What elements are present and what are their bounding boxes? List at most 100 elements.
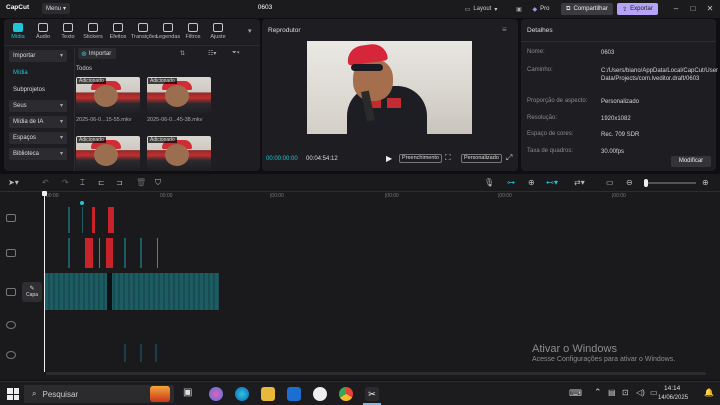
toolbar-effects[interactable]: Efeitos [106, 23, 130, 40]
timeline-clip[interactable] [108, 207, 114, 233]
sidebar-item[interactable]: Mídia [9, 67, 67, 79]
timeline-clip[interactable] [68, 238, 70, 268]
media-thumbnail[interactable]: Adicionado [76, 136, 140, 171]
notification-icon[interactable]: 🔔 [704, 388, 714, 397]
audio-clip[interactable] [124, 344, 126, 362]
windows-start-icon[interactable] [7, 388, 19, 400]
keyboard-icon[interactable]: ⌨ [569, 388, 582, 399]
sidebar-item[interactable]: Subprojetos [9, 84, 67, 96]
snap-icon[interactable]: ⊷▾ [546, 178, 558, 187]
timeline-clip[interactable] [92, 207, 95, 233]
preview-axis-icon[interactable]: ⇄▾ [574, 178, 585, 187]
cover-button[interactable]: ✎ Capa [22, 282, 42, 302]
play-icon[interactable]: ▶ [386, 154, 392, 163]
expand-icon[interactable]: ⤢ [506, 153, 512, 163]
network-icon[interactable]: ⊡ [622, 388, 629, 397]
sidebar-item[interactable]: Espaços ▾ [9, 132, 67, 144]
keyframe-marker[interactable] [80, 201, 84, 205]
track-lock-icon[interactable] [6, 214, 16, 222]
toolbar-text[interactable]: Texto [56, 23, 80, 40]
outlook-icon[interactable] [287, 387, 301, 401]
pro-badge[interactable]: ◆ Pro [530, 3, 552, 15]
split-icon[interactable]: ⌶ [80, 178, 85, 188]
media-thumbnail[interactable]: Adicionado [76, 77, 140, 115]
timeline-clip[interactable] [82, 207, 83, 233]
toolbar-audio[interactable]: Áudio [31, 23, 55, 40]
close-icon[interactable]: ✕ [704, 3, 716, 15]
mic-icon[interactable]: 🎙 [484, 178, 494, 187]
app-circle-icon[interactable] [313, 387, 327, 401]
sidebar-item[interactable]: Biblioteca ▾ [9, 148, 67, 160]
caption-icon[interactable]: ▭ [606, 178, 614, 187]
menu-button[interactable]: Menu ▾ [42, 3, 70, 14]
link-icon[interactable]: ⊶ [507, 178, 515, 187]
main-video-clip[interactable] [45, 273, 219, 310]
track-lock-icon[interactable] [6, 288, 16, 296]
undo-icon[interactable]: ↶ [42, 178, 49, 187]
export-button[interactable]: ⇪ Exportar [617, 3, 658, 15]
playhead-handle[interactable] [42, 191, 47, 196]
timeline-clip[interactable] [124, 238, 126, 268]
toolbar-captions[interactable]: Legendas [156, 23, 180, 40]
toolbar-adjust[interactable]: Ajuste [206, 23, 230, 40]
file-explorer-icon[interactable] [261, 387, 275, 401]
import-button[interactable]: ⊕ Importar [78, 48, 116, 59]
video-preview[interactable] [307, 41, 472, 134]
taskbar-date[interactable]: 14/06/2025 [658, 395, 688, 401]
ratio-button[interactable]: Personalizado [461, 154, 502, 163]
zoom-in-icon[interactable]: ⊕ [702, 178, 709, 187]
task-view-icon[interactable]: ▣ [183, 387, 197, 401]
timeline-clip[interactable] [68, 207, 70, 233]
delete-icon[interactable]: 🗑 [136, 178, 146, 187]
sidebar-item[interactable]: Seus ▾ [9, 100, 67, 112]
redo-icon[interactable]: ↷ [62, 178, 69, 187]
chevron-up-icon[interactable]: ⌃ [594, 387, 602, 398]
zoom-out-icon[interactable]: ⊖ [626, 178, 633, 187]
split-left-icon[interactable]: ⊏ [98, 178, 105, 187]
sort-icon[interactable]: ⇅ [180, 50, 185, 57]
feedback-icon[interactable]: ▣ [512, 3, 526, 15]
edge-icon[interactable] [235, 387, 249, 401]
chrome-icon[interactable] [339, 387, 353, 401]
filter-icon[interactable]: ⏷▾ [232, 50, 240, 57]
share-button[interactable]: ⧉ Compartilhar [561, 3, 613, 15]
sidebar-item[interactable]: Importar ▾ [9, 50, 67, 62]
menu-icon[interactable]: ≡ [502, 25, 507, 34]
battery-icon[interactable]: ▭ [650, 388, 658, 397]
fullscreen-frame-icon[interactable]: ⛶ [445, 153, 451, 163]
chevron-down-icon[interactable]: ▾ [248, 27, 252, 35]
view-toggle-icon[interactable]: ☷▾ [208, 50, 216, 57]
taskbar-time[interactable]: 14:14 [664, 385, 680, 392]
layout-button[interactable]: ▭ Layout ▾ [462, 3, 500, 15]
sidebar-item[interactable]: Mídia de IA ▾ [9, 116, 67, 128]
audio-clip[interactable] [155, 344, 157, 362]
volume-icon[interactable]: ◁) [636, 388, 645, 397]
modify-button[interactable]: Modificar [671, 156, 711, 167]
toolbar-filters[interactable]: Filtros [181, 23, 205, 40]
tray-app-icon[interactable]: ▤ [608, 388, 616, 397]
zoom-slider-handle[interactable] [644, 179, 648, 187]
audio-track-icon[interactable] [6, 351, 16, 359]
timeline-clip[interactable] [140, 238, 142, 268]
magnet-icon[interactable]: ⊕ [528, 178, 535, 187]
toolbar-media[interactable]: Mídia [6, 23, 30, 40]
media-thumbnail[interactable]: Adicionado [147, 136, 211, 171]
timeline-clip[interactable] [85, 238, 93, 268]
split-right-icon[interactable]: ⊐ [116, 178, 123, 187]
timeline-clip[interactable] [106, 238, 113, 268]
audio-clip[interactable] [140, 344, 142, 362]
audio-track-icon[interactable] [6, 321, 16, 329]
shield-icon[interactable]: ⛉ [155, 178, 161, 188]
media-thumbnail[interactable]: Adicionado [147, 77, 211, 115]
timeline-scrollbar[interactable] [46, 372, 706, 375]
toolbar-transitions[interactable]: Transições [131, 23, 158, 40]
capcut-taskbar-icon[interactable]: ✂ [365, 387, 379, 401]
minimize-icon[interactable]: – [670, 3, 682, 15]
select-tool-icon[interactable]: ➤▾ [8, 178, 19, 187]
toolbar-stickers[interactable]: Stickers [81, 23, 105, 40]
copilot-icon[interactable] [209, 387, 223, 401]
zoom-slider[interactable] [644, 179, 696, 187]
maximize-icon[interactable]: □ [687, 3, 699, 15]
fill-mode-button[interactable]: Preenchimento [399, 154, 442, 163]
track-lock-icon[interactable] [6, 249, 16, 257]
